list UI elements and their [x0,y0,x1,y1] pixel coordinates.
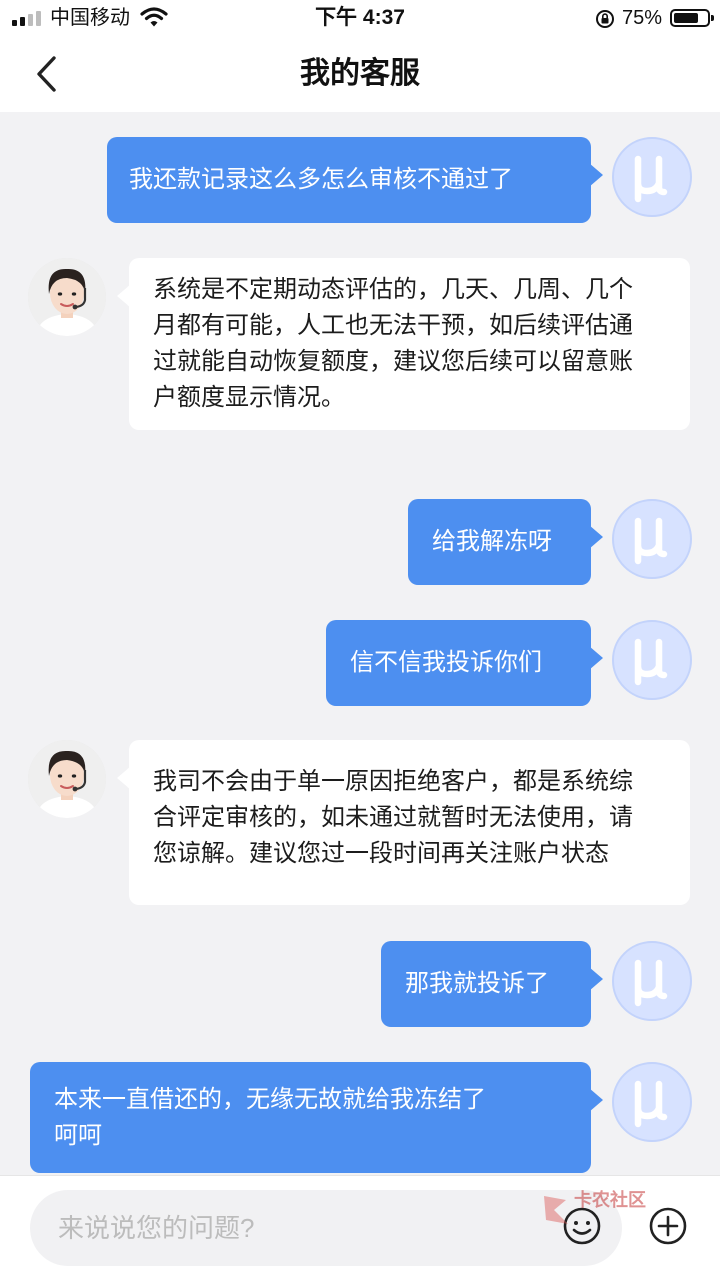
mu-logo-icon [634,155,668,203]
user-avatar[interactable] [612,941,692,1021]
message-text: 户额度显示情况。 [153,384,345,411]
user-message-bubble[interactable]: 本来一直借还的，无缘无故就给我冻结了 呵呵 [30,1062,603,1173]
watermark-text: 卡农社区 [574,1190,646,1210]
message-text: 我司不会由于单一原因拒绝客户，都是系统综 [153,768,633,795]
message-text: 我还款记录这么多怎么审核不通过了 [129,166,513,193]
watermark-logo-icon [544,1196,568,1224]
user-avatar[interactable] [612,620,692,700]
agent-avatar[interactable] [28,740,106,818]
user-message-bubble[interactable]: 我还款记录这么多怎么审核不通过了 [107,137,603,223]
agent-message-bubble[interactable]: 系统是不定期动态评估的，几天、几周、几个 月都有可能，人工也无法干预，如后续评估… [117,258,690,430]
user-avatar[interactable] [612,137,692,217]
message-text: 合评定审核的，如未通过就暂时无法使用，请 [153,804,633,831]
message-text: 本来一直借还的，无缘无故就给我冻结了 [54,1086,486,1113]
mu-logo-icon [634,959,668,1007]
agent-message-bubble[interactable]: 我司不会由于单一原因拒绝客户，都是系统综 合评定审核的，如未通过就暂时无法使用，… [117,740,690,905]
customer-service-agent-icon [28,740,106,818]
status-bar: 中国移动 下午 4:37 75% [0,0,720,36]
orientation-lock-icon [594,8,616,35]
message-text: 您谅解。建议您过一段时间再关注账户状态 [153,840,609,867]
mu-logo-icon [634,1080,668,1128]
message-text: 给我解冻呀 [432,528,552,555]
message-text: 呵呵 [54,1122,102,1149]
user-message-bubble[interactable]: 信不信我投诉你们 [326,620,603,706]
mu-logo-icon [634,638,668,686]
watermark: 卡农社区 [540,1188,660,1234]
user-message-bubble[interactable]: 那我就投诉了 [381,941,603,1027]
message-input[interactable] [30,1190,622,1266]
customer-service-agent-icon [28,258,106,336]
message-text: 过就能自动恢复额度，建议您后续可以留意账 [153,348,633,375]
mu-logo-icon [634,517,668,565]
user-message-bubble[interactable]: 给我解冻呀 [408,499,603,585]
battery-percentage: 75% [622,7,663,29]
nav-bar: 我的客服 [0,36,720,112]
user-avatar[interactable] [612,499,692,579]
message-text: 系统是不定期动态评估的，几天、几周、几个 [153,276,633,303]
message-text: 月都有可能，人工也无法干预，如后续评估通 [153,312,633,339]
message-text: 信不信我投诉你们 [350,649,542,676]
chat-message-list[interactable]: 我还款记录这么多怎么审核不通过了 系统是不定期动态评估的，几天、几周、几个 月都… [0,112,720,1175]
user-avatar[interactable] [612,1062,692,1142]
page-title: 我的客服 [300,57,420,90]
battery-icon [670,9,714,27]
message-text: 那我就投诉了 [405,970,549,997]
agent-avatar[interactable] [28,258,106,336]
